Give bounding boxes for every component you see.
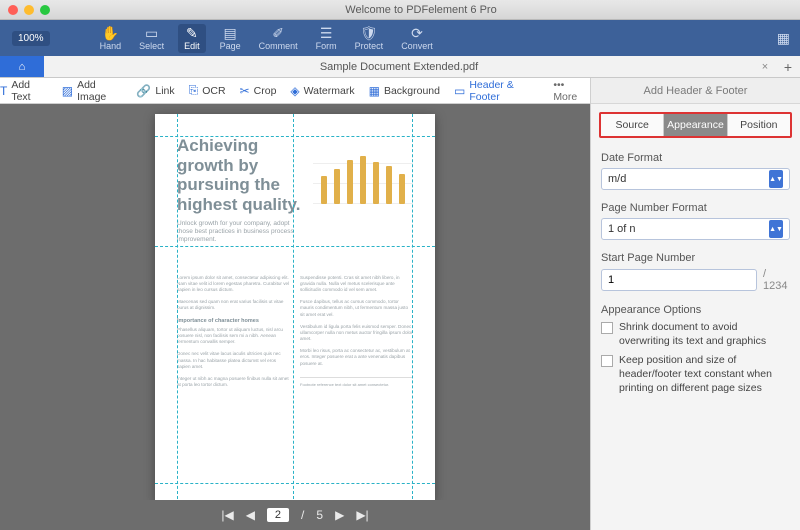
maximize-window-icon[interactable] — [40, 5, 50, 15]
select-arrows-icon: ▲▼ — [769, 170, 783, 188]
first-page-button[interactable]: |◀ — [221, 508, 233, 522]
ocr-icon: ⎘ — [189, 83, 199, 98]
tab-close-button[interactable]: × — [754, 61, 776, 73]
panel-tabs: Source Appearance Position — [599, 112, 792, 138]
start-page-number-input[interactable] — [601, 269, 757, 291]
close-window-icon[interactable] — [8, 5, 18, 15]
sub-header-footer-button[interactable]: ▭Header & Footer — [454, 79, 539, 103]
toolbar-hand-button[interactable]: ✋Hand — [96, 26, 126, 51]
date-format-select[interactable]: m/d ▲▼ — [601, 168, 790, 190]
start-page-number-total: / 1234 — [763, 268, 790, 292]
sub-crop-button[interactable]: ✂Crop — [240, 79, 277, 103]
sub-link-button[interactable]: 🔗Link — [136, 79, 174, 103]
page-stage[interactable]: Achieving growth by pursuing the highest… — [0, 104, 590, 500]
page-lead: Unlock growth for your company, adopt th… — [177, 220, 307, 244]
minimize-window-icon[interactable] — [24, 5, 34, 15]
document-tab[interactable]: Sample Document Extended.pdf — [44, 61, 754, 73]
start-page-number-label: Start Page Number — [601, 252, 790, 264]
page-preview: Achieving growth by pursuing the highest… — [155, 114, 435, 500]
chart-bar — [321, 176, 327, 204]
tab-source[interactable]: Source — [601, 114, 663, 136]
header-footer-icon: ▭ — [454, 84, 465, 98]
header-footer-panel: Add Header & Footer Source Appearance Po… — [590, 78, 800, 530]
chart-bar — [360, 156, 366, 204]
next-page-button[interactable]: ▶ — [335, 508, 344, 522]
toolbar-select-button[interactable]: ▭Select — [135, 26, 168, 51]
toolbar-page-button[interactable]: ▤Page — [216, 26, 245, 51]
add-image-icon: ▨ — [62, 84, 73, 98]
option-keep-position-label: Keep position and size of header/footer … — [619, 354, 790, 395]
option-shrink-label: Shrink document to avoid overwriting its… — [619, 321, 790, 348]
checkbox-icon — [601, 322, 613, 334]
checkbox-icon — [601, 355, 613, 367]
sub-add-image-button[interactable]: ▨Add Image — [62, 79, 123, 103]
page-total: 5 — [316, 508, 323, 522]
option-keep-position[interactable]: Keep position and size of header/footer … — [591, 351, 800, 398]
date-format-value: m/d — [608, 173, 626, 185]
tab-position[interactable]: Position — [727, 114, 790, 136]
title-bar: Welcome to PDFelement 6 Pro — [0, 0, 800, 20]
viewer: TAdd Text ▨Add Image 🔗Link ⎘OCR ✂Crop ◈Waterm… — [0, 78, 590, 530]
toolbar-form-button[interactable]: ☰Form — [312, 26, 341, 51]
sub-watermark-button[interactable]: ◈Watermark — [290, 79, 354, 103]
page-number-format-label: Page Number Format — [601, 202, 790, 214]
crop-icon: ✂ — [240, 84, 250, 98]
page-number-format-value: 1 of n — [608, 223, 636, 235]
page-icon: ▤ — [224, 26, 237, 40]
sub-background-button[interactable]: ▦Background — [369, 79, 440, 103]
page-body: Lorem ipsum dolor sit amet, consectetur … — [177, 275, 413, 389]
page-sep: / — [301, 508, 304, 522]
chart-bar — [386, 166, 392, 204]
sub-add-text-button[interactable]: TAdd Text — [0, 79, 48, 103]
toolbar-edit-button[interactable]: ✎Edit — [178, 24, 206, 53]
page-number-format-select[interactable]: 1 of n ▲▼ — [601, 218, 790, 240]
chart-bar — [334, 169, 340, 204]
last-page-button[interactable]: ▶| — [356, 508, 368, 522]
option-shrink[interactable]: Shrink document to avoid overwriting its… — [591, 318, 800, 351]
more-button[interactable]: ••• More — [553, 79, 590, 103]
main-toolbar: 100% ✋Hand ▭Select ✎Edit ▤Page ✐Comment ☰Form… — [0, 20, 800, 56]
home-icon: ⌂ — [19, 61, 26, 73]
link-icon: 🔗 — [136, 84, 151, 98]
toolbar-protect-button[interactable]: 🛡Protect — [351, 26, 388, 51]
document-tab-label: Sample Document Extended.pdf — [320, 61, 478, 73]
date-format-label: Date Format — [601, 152, 790, 164]
edit-subtoolbar: TAdd Text ▨Add Image 🔗Link ⎘OCR ✂Crop ◈Waterm… — [0, 78, 590, 104]
tab-add-button[interactable]: + — [776, 59, 800, 75]
tab-appearance[interactable]: Appearance — [663, 114, 726, 136]
panel-title: Add Header & Footer — [591, 78, 800, 104]
document-tabbar: ⌂ Sample Document Extended.pdf × + — [0, 56, 800, 78]
window-title: Welcome to PDFelement 6 Pro — [50, 4, 792, 16]
edit-icon: ✎ — [186, 26, 198, 40]
prev-page-button[interactable]: ◀ — [246, 508, 255, 522]
chart-bar — [373, 162, 379, 204]
convert-icon: ⟳ — [411, 26, 423, 40]
home-button[interactable]: ⌂ — [0, 56, 44, 77]
page-number-input[interactable]: 2 — [267, 508, 289, 522]
chart-bar — [347, 160, 353, 204]
select-icon: ▭ — [145, 26, 158, 40]
page-navigator: |◀ ◀ 2 / 5 ▶ ▶| — [0, 500, 590, 530]
add-text-icon: T — [0, 84, 7, 98]
toolbar-comment-button[interactable]: ✐Comment — [255, 26, 302, 51]
comment-icon: ✐ — [272, 26, 284, 40]
page-heading: Achieving growth by pursuing the highest… — [177, 136, 307, 214]
hand-icon: ✋ — [102, 26, 119, 40]
background-icon: ▦ — [369, 84, 380, 98]
zoom-select[interactable]: 100% — [12, 31, 50, 46]
toolbar-convert-button[interactable]: ⟳Convert — [397, 26, 437, 51]
chart-bar — [399, 174, 405, 204]
toolbar-right-icon[interactable]: ▦ — [773, 31, 794, 45]
appearance-options-label: Appearance Options — [591, 298, 800, 318]
page-chart — [313, 142, 413, 212]
watermark-icon: ◈ — [290, 84, 299, 98]
form-icon: ☰ — [320, 26, 333, 40]
protect-icon: 🛡 — [360, 26, 378, 40]
sub-ocr-button[interactable]: ⎘OCR — [189, 79, 226, 103]
window-controls — [8, 5, 50, 15]
select-arrows-icon: ▲▼ — [769, 220, 783, 238]
